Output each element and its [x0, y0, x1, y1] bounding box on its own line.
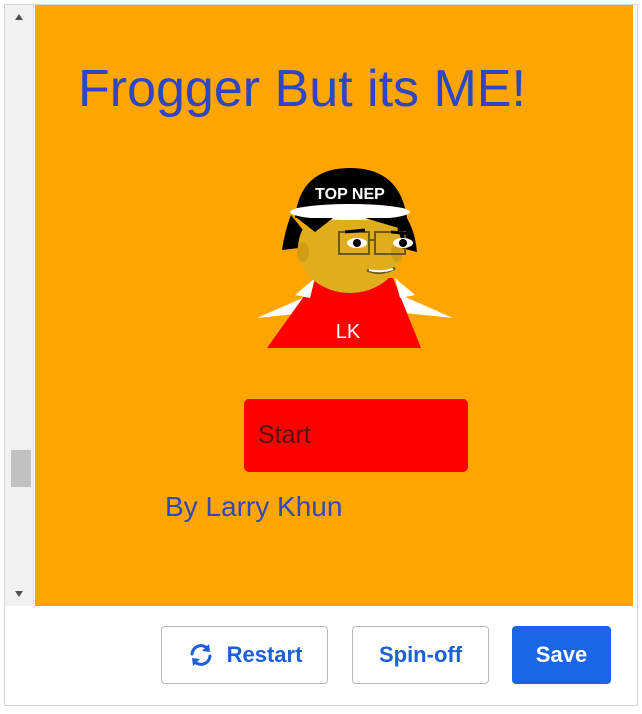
refresh-icon — [187, 641, 215, 669]
spin-off-button[interactable]: Spin-off — [352, 626, 489, 684]
game-title: Frogger But its ME! — [78, 60, 526, 118]
program-toolbar: Restart Spin-off Save — [5, 606, 633, 704]
game-canvas[interactable]: Frogger But its ME! LK TOP NEP Start By … — [35, 5, 633, 606]
scroll-thumb[interactable] — [11, 450, 31, 487]
save-button[interactable]: Save — [512, 626, 611, 684]
vertical-scrollbar[interactable] — [5, 5, 34, 606]
start-button[interactable]: Start — [244, 399, 468, 472]
avatar-character: LK TOP NEP — [257, 168, 453, 348]
scroll-down-icon[interactable] — [5, 582, 33, 606]
restart-label: Restart — [226, 642, 303, 667]
scroll-up-icon[interactable] — [5, 5, 33, 29]
avatar-hat-label: TOP NEP — [315, 186, 385, 203]
author-credit: By Larry Khun — [165, 491, 343, 522]
restart-button[interactable]: Restart — [161, 626, 328, 684]
avatar-shirt-label: LK — [336, 321, 361, 343]
